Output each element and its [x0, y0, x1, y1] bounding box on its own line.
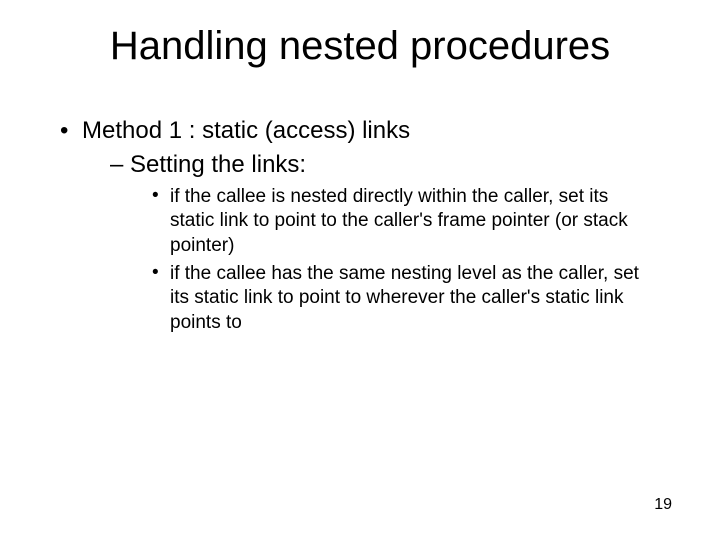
level3-text: if the callee has the same nesting level…: [170, 262, 650, 335]
level1-text: Method 1 : static (access) links: [82, 117, 410, 144]
bullet-level3: • if the callee is nested directly withi…: [152, 185, 650, 258]
bullet-dot-icon: •: [60, 117, 82, 145]
level2-text: Setting the links:: [130, 151, 306, 178]
bullet-level2: –Setting the links:: [110, 151, 680, 179]
slide: Handling nested procedures •Method 1 : s…: [0, 0, 720, 540]
level3-text: if the callee is nested directly within …: [170, 185, 650, 258]
bullet-level1: •Method 1 : static (access) links: [60, 117, 680, 145]
bullet-dot-icon: •: [152, 262, 170, 335]
bullet-dash-icon: –: [110, 151, 130, 179]
bullet-level3: • if the callee has the same nesting lev…: [152, 262, 650, 335]
page-number: 19: [654, 496, 672, 514]
slide-title: Handling nested procedures: [40, 24, 680, 69]
bullet-dot-icon: •: [152, 185, 170, 258]
